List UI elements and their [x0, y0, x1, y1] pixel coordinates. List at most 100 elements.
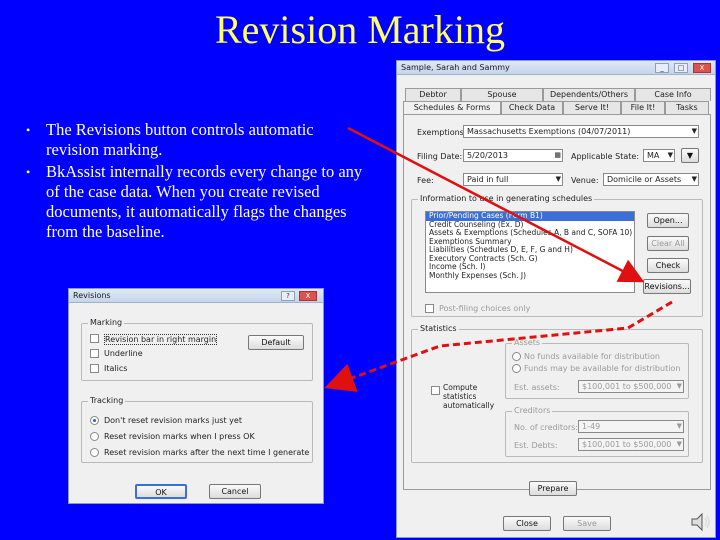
post-filing-label: Post-filing choices only	[439, 304, 531, 313]
chevron-down-icon: ▼	[691, 175, 697, 183]
assets-group-label: Assets	[512, 338, 543, 347]
case-title: Sample, Sarah and Sammy	[401, 63, 510, 72]
revisions-button[interactable]: Revisions...	[643, 279, 691, 294]
revisions-title: Revisions	[73, 291, 111, 300]
est-assets-select[interactable]: $100,001 to $500,000 ▼	[578, 380, 684, 393]
prepare-button[interactable]: Prepare	[529, 481, 577, 496]
chevron-down-icon: ▼	[686, 151, 694, 160]
underline-checkbox[interactable]	[90, 349, 99, 358]
reset-after-generate-radio[interactable]	[90, 448, 99, 457]
underline-label: Underline	[104, 349, 143, 358]
bullet-item: • BkAssist internally records every chan…	[26, 162, 366, 242]
bullet-dot-icon: •	[26, 165, 31, 179]
num-creditors-label: No. of creditors:	[514, 423, 578, 432]
num-creditors-value: 1-49	[582, 422, 601, 431]
close-button[interactable]: Close	[503, 516, 551, 531]
case-window: Sample, Sarah and Sammy _ □ X Debtor Spo…	[396, 60, 716, 538]
bullet-text: The Revisions button controls automatic …	[46, 120, 314, 159]
bullet-item: • The Revisions button controls automati…	[26, 120, 366, 160]
venue-value: Domicile or Assets	[607, 175, 682, 184]
no-funds-label: No funds available for distribution	[524, 352, 660, 361]
applicable-state-value: MA	[647, 151, 660, 160]
reset-after-generate-label: Reset revision marks after the next time…	[104, 448, 310, 457]
maximize-button[interactable]: □	[674, 63, 688, 73]
creditors-group-label: Creditors	[512, 406, 553, 415]
chevron-down-icon: ▼	[691, 127, 697, 135]
italics-label: Italics	[104, 364, 128, 373]
window-close-button[interactable]: X	[693, 63, 711, 73]
no-funds-radio[interactable]	[512, 352, 521, 361]
num-creditors-select[interactable]: 1-49 ▼	[578, 420, 684, 433]
case-titlebar: Sample, Sarah and Sammy _ □ X	[397, 61, 715, 75]
tab-case-info[interactable]: Case Info	[635, 88, 711, 101]
dont-reset-label: Don't reset revision marks just yet	[104, 416, 242, 425]
compute-auto-label: Compute statistics automatically	[443, 383, 495, 410]
filing-date-label: Filing Date:	[417, 152, 463, 161]
speaker-icon[interactable]	[690, 512, 712, 532]
exemptions-value: Massachusetts Exemptions (04/07/2011)	[467, 127, 631, 136]
minimize-button[interactable]: _	[655, 63, 669, 73]
revisions-dialog: Revisions ? X Marking Revision bar in ri…	[68, 288, 324, 504]
statistics-group-label: Statistics	[418, 324, 459, 333]
ok-button[interactable]: OK	[135, 484, 187, 499]
save-button[interactable]: Save	[563, 516, 611, 531]
post-filing-checkbox[interactable]	[425, 304, 434, 313]
schedules-group-label: Information to use in generating schedul…	[418, 194, 595, 203]
tab-file-it[interactable]: File It!	[621, 101, 665, 114]
est-debts-label: Est. Debts:	[514, 441, 558, 450]
default-button[interactable]: Default	[248, 335, 304, 350]
funds-available-label: Funds may be available for distribution	[524, 364, 681, 373]
close-icon[interactable]: X	[299, 291, 317, 301]
fee-select[interactable]: Paid in full ▼	[463, 173, 563, 186]
tab-serve-it[interactable]: Serve It!	[563, 101, 621, 114]
chevron-down-icon: ▼	[676, 382, 682, 390]
applicable-state-select[interactable]: MA ▼	[643, 149, 675, 162]
revision-bar-label: Revision bar in right margin	[104, 334, 218, 345]
clear-all-button[interactable]: Clear All	[647, 236, 689, 251]
bullet-dot-icon: •	[26, 123, 31, 137]
schedules-list[interactable]: Prior/Pending Cases (Form B1) Credit Cou…	[425, 211, 635, 293]
open-button[interactable]: Open...	[647, 213, 689, 228]
exemptions-select[interactable]: Massachusetts Exemptions (04/07/2011) ▼	[463, 125, 699, 138]
chevron-down-icon: ▼	[676, 440, 682, 448]
reset-on-ok-radio[interactable]	[90, 432, 99, 441]
calendar-icon: ▦	[554, 151, 561, 159]
tab-tasks[interactable]: Tasks	[665, 101, 709, 114]
creditors-group: Creditors No. of creditors: 1-49 ▼ Est. …	[505, 406, 689, 457]
reset-on-ok-label: Reset revision marks when I press OK	[104, 432, 255, 441]
est-debts-value: $100,001 to $500,000	[582, 440, 672, 449]
tab-debtor[interactable]: Debtor	[405, 88, 461, 101]
dont-reset-radio[interactable]	[90, 416, 99, 425]
filing-date-value: 5/20/2013	[467, 151, 509, 160]
tracking-group: Tracking Don't reset revision marks just…	[81, 396, 313, 463]
help-button[interactable]: ?	[281, 291, 295, 301]
est-assets-label: Est. assets:	[514, 383, 560, 392]
est-debts-select[interactable]: $100,001 to $500,000 ▼	[578, 438, 684, 451]
bullet-text: BkAssist internally records every change…	[46, 162, 363, 241]
applicable-state-label: Applicable State:	[571, 152, 640, 161]
revisions-titlebar: Revisions ? X	[69, 289, 323, 303]
tracking-group-label: Tracking	[88, 396, 126, 405]
exemptions-label: Exemptions:	[417, 128, 467, 137]
filing-date-field[interactable]: 5/20/2013 ▦	[463, 149, 563, 162]
list-item[interactable]: Monthly Expenses (Sch. J)	[426, 271, 634, 281]
slide-title: Revision Marking	[215, 7, 505, 52]
chevron-down-icon: ▼	[555, 175, 561, 183]
state-options-button[interactable]: ▼	[681, 148, 699, 163]
tab-check-data[interactable]: Check Data	[501, 101, 563, 114]
funds-available-radio[interactable]	[512, 364, 521, 373]
tab-schedules-forms[interactable]: Schedules & Forms	[403, 101, 501, 114]
bullet-list: • The Revisions button controls automati…	[26, 120, 366, 244]
check-button[interactable]: Check	[647, 258, 689, 273]
compute-auto-checkbox[interactable]	[431, 386, 440, 395]
italics-checkbox[interactable]	[90, 364, 99, 373]
chevron-down-icon: ▼	[667, 151, 673, 159]
tab-spouse[interactable]: Spouse	[461, 88, 543, 101]
cancel-button[interactable]: Cancel	[209, 484, 261, 499]
venue-select[interactable]: Domicile or Assets ▼	[603, 173, 699, 186]
tab-dependents[interactable]: Dependents/Others	[543, 88, 635, 101]
fee-value: Paid in full	[467, 175, 509, 184]
assets-group: Assets No funds available for distributi…	[505, 338, 689, 399]
revision-bar-checkbox[interactable]	[90, 334, 99, 343]
venue-label: Venue:	[571, 176, 599, 185]
